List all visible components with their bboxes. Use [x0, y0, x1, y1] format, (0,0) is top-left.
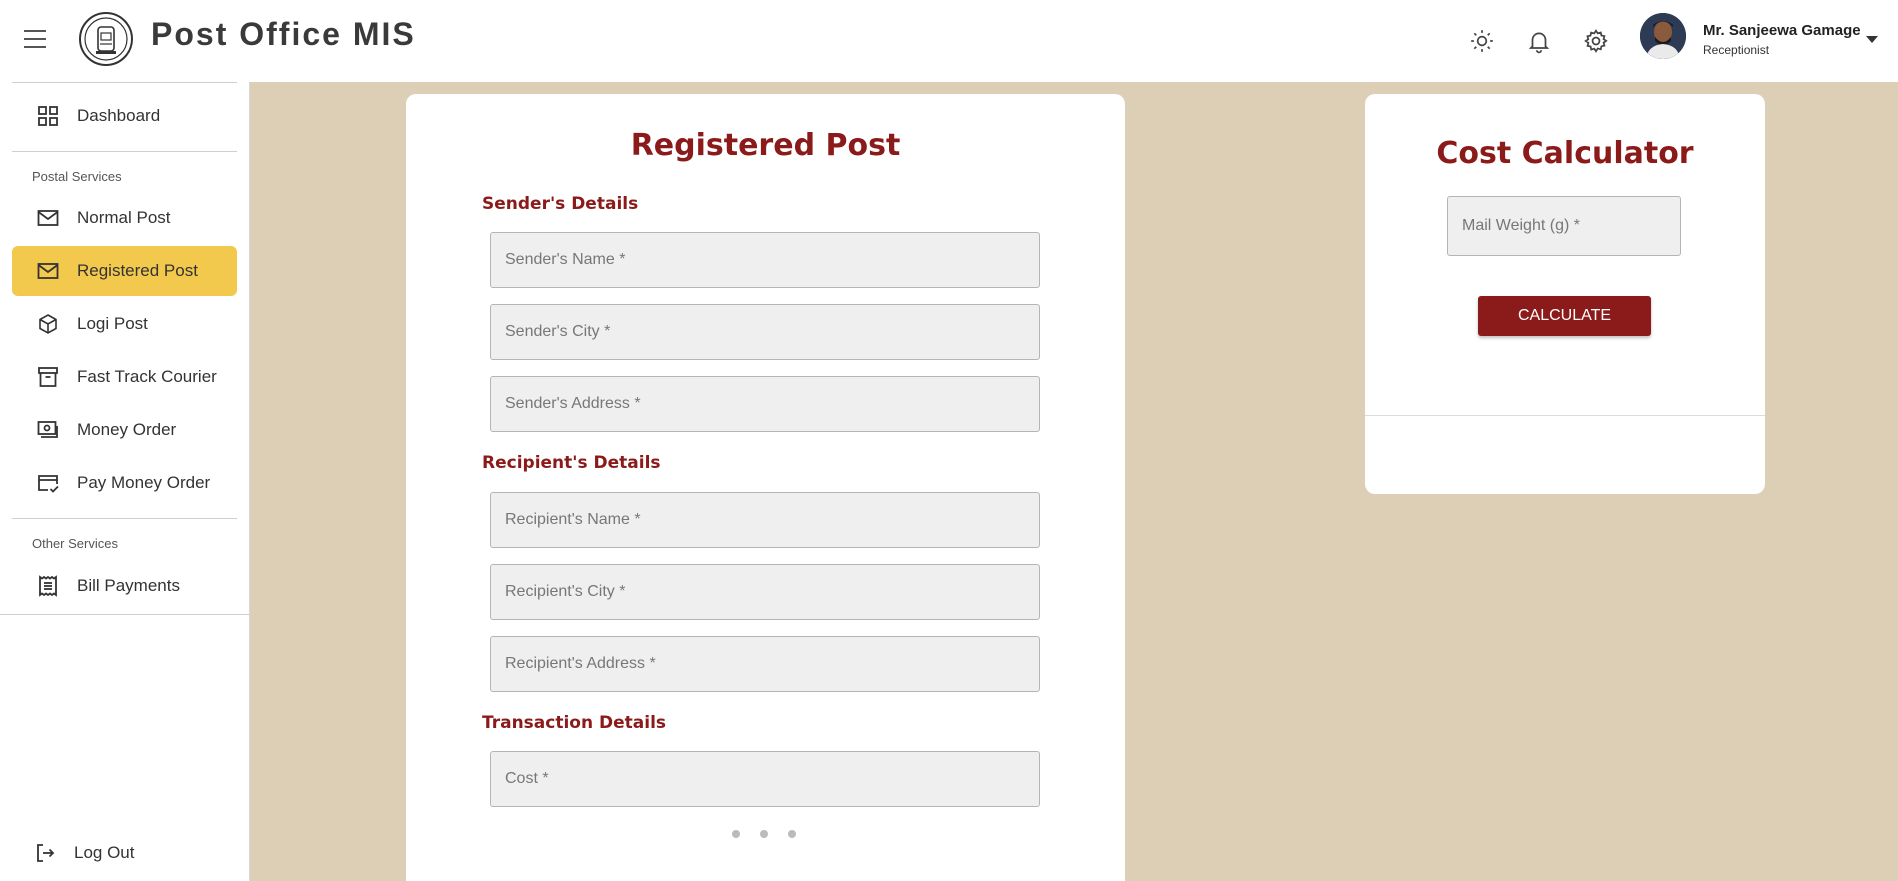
sidebar-item-pay-money-order[interactable]: Pay Money Order: [12, 458, 237, 508]
sidebar: Dashboard Postal Services Normal Post Re…: [0, 82, 250, 881]
sender-city-field[interactable]: Sender's City *: [490, 304, 1040, 360]
section-label-other-services: Other Services: [32, 536, 118, 551]
mail-icon: [37, 263, 59, 279]
field-placeholder: Sender's Name *: [505, 251, 626, 268]
sidebar-item-label: Bill Payments: [77, 576, 180, 595]
divider: [12, 151, 237, 152]
field-placeholder: Mail Weight (g) *: [1462, 217, 1580, 234]
loading-dot: [732, 830, 740, 838]
section-title-sender: Sender's Details: [482, 194, 639, 214]
main-content: Registered Post Sender's Details Sender'…: [250, 82, 1898, 881]
sun-icon[interactable]: [1469, 28, 1495, 54]
grid-icon: [38, 106, 58, 126]
sender-address-field[interactable]: Sender's Address *: [490, 376, 1040, 432]
sender-name-field[interactable]: Sender's Name *: [490, 232, 1040, 288]
money-icon: [37, 421, 58, 438]
sidebar-item-label: Dashboard: [77, 106, 161, 125]
divider: [0, 614, 250, 615]
divider: [12, 82, 237, 83]
registered-post-form: Registered Post Sender's Details Sender'…: [406, 94, 1125, 881]
sidebar-item-label: Registered Post: [77, 261, 198, 280]
field-placeholder: Cost *: [505, 770, 549, 787]
logout-icon: [37, 844, 55, 862]
user-role: Receptionist: [1703, 43, 1770, 57]
sidebar-item-fast-track-courier[interactable]: Fast Track Courier: [12, 352, 237, 402]
bell-icon[interactable]: [1526, 28, 1552, 54]
form-title: Registered Post: [630, 128, 901, 163]
mail-icon: [37, 210, 59, 226]
sidebar-item-label: Money Order: [77, 420, 177, 439]
sidebar-item-label: Pay Money Order: [77, 473, 211, 492]
recipient-address-field[interactable]: Recipient's Address *: [490, 636, 1040, 692]
section-title-recipient: Recipient's Details: [482, 453, 661, 473]
cost-field[interactable]: Cost *: [490, 751, 1040, 807]
post-office-logo: [79, 12, 133, 66]
top-header: Post Office MIS Mr. Sanjeewa Gamage Rece…: [0, 0, 1898, 82]
gear-icon[interactable]: [1583, 28, 1609, 54]
sidebar-item-registered-post[interactable]: Registered Post: [12, 246, 237, 296]
app-title: Post Office MIS: [151, 16, 416, 52]
user-name: Mr. Sanjeewa Gamage: [1703, 22, 1861, 39]
logout-label: Log Out: [74, 843, 135, 862]
divider: [12, 518, 237, 519]
card-check-icon: [38, 475, 59, 493]
calculator-title: Cost Calculator: [1436, 136, 1694, 171]
chevron-down-icon[interactable]: [1866, 36, 1878, 43]
section-label-postal-services: Postal Services: [32, 169, 122, 184]
menu-icon[interactable]: [24, 30, 50, 50]
loading-dot: [788, 830, 796, 838]
sidebar-item-bill-payments[interactable]: Bill Payments: [12, 561, 237, 611]
field-placeholder: Sender's City *: [505, 323, 611, 340]
recipient-name-field[interactable]: Recipient's Name *: [490, 492, 1040, 548]
sidebar-item-dashboard[interactable]: Dashboard: [12, 91, 237, 141]
field-placeholder: Recipient's Address *: [505, 655, 656, 672]
section-title-transaction: Transaction Details: [482, 713, 667, 733]
field-placeholder: Recipient's Name *: [505, 511, 641, 528]
calculate-button[interactable]: CALCULATE: [1478, 296, 1651, 336]
package-icon: [39, 314, 57, 334]
logout-button[interactable]: Log Out: [9, 828, 234, 878]
sidebar-item-label: Fast Track Courier: [77, 367, 217, 386]
sidebar-item-normal-post[interactable]: Normal Post: [12, 193, 237, 243]
field-placeholder: Sender's Address *: [505, 395, 641, 412]
sidebar-item-label: Normal Post: [77, 208, 171, 227]
avatar[interactable]: [1640, 13, 1686, 59]
archive-box-icon: [38, 367, 58, 387]
sidebar-item-money-order[interactable]: Money Order: [12, 405, 237, 455]
receipt-icon: [39, 575, 57, 597]
sidebar-item-logi-post[interactable]: Logi Post: [12, 299, 237, 349]
loading-dot: [760, 830, 768, 838]
cost-calculator-card: Cost Calculator Mail Weight (g) * CALCUL…: [1365, 94, 1765, 494]
field-placeholder: Recipient's City *: [505, 583, 626, 600]
loading-dots: [732, 830, 812, 840]
divider: [1365, 415, 1765, 416]
recipient-city-field[interactable]: Recipient's City *: [490, 564, 1040, 620]
mail-weight-field[interactable]: Mail Weight (g) *: [1447, 196, 1681, 256]
sidebar-item-label: Logi Post: [77, 314, 148, 333]
